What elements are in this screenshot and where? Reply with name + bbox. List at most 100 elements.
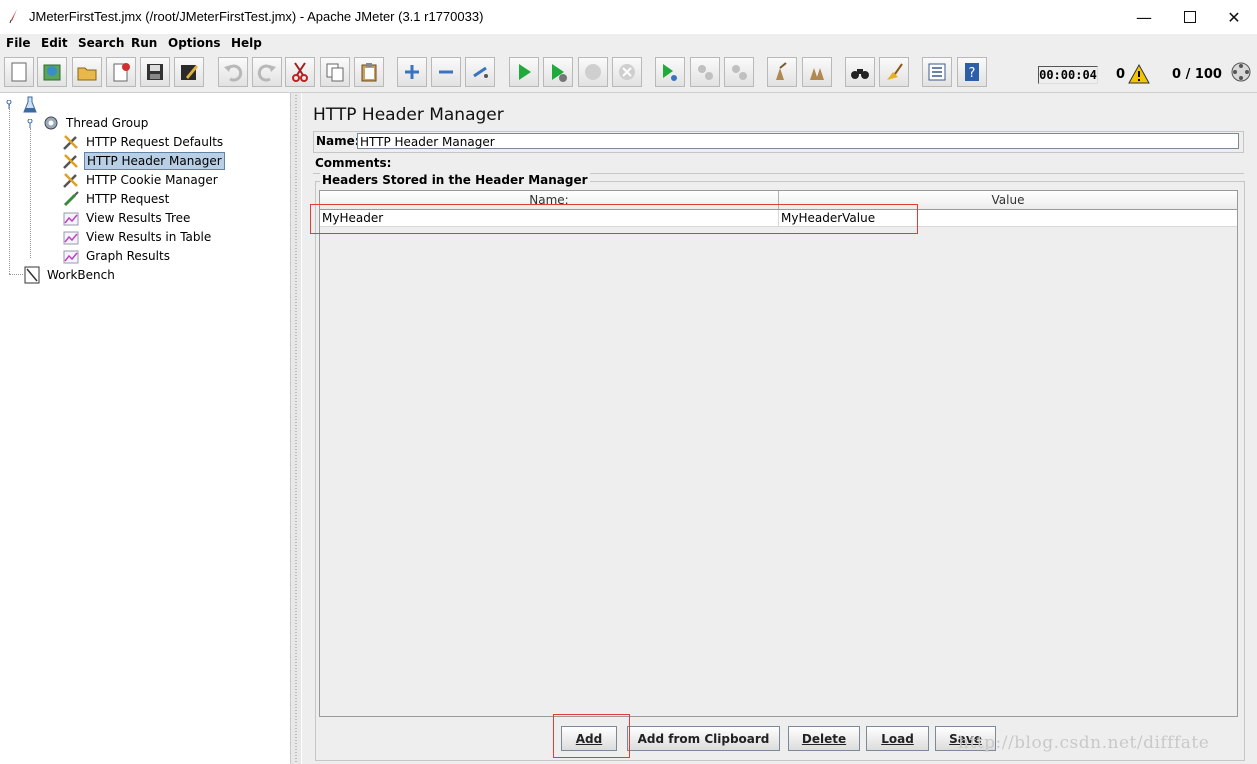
add-from-clipboard-button[interactable]: Add from Clipboard [627, 726, 780, 751]
new-button[interactable] [4, 57, 34, 87]
gear-icon [44, 116, 58, 130]
menu-help[interactable]: Help [231, 36, 262, 50]
split-pane-divider[interactable] [291, 93, 301, 764]
headers-table[interactable]: Name: Value MyHeader MyHeaderValue [319, 190, 1238, 717]
function-helper-button[interactable] [922, 57, 952, 87]
tree-node-label: Graph Results [86, 249, 170, 263]
maximize-button[interactable] [1167, 0, 1213, 34]
cut-button[interactable] [285, 57, 315, 87]
expand-button[interactable] [397, 57, 427, 87]
graph-icon [63, 212, 79, 226]
expand-icon [405, 65, 419, 79]
close-file-icon [113, 63, 130, 82]
name-label: Name: [316, 134, 360, 148]
shutdown-button[interactable] [612, 57, 642, 87]
close-file-button[interactable] [106, 57, 136, 87]
delete-button[interactable]: Delete [788, 726, 860, 751]
collapse-button[interactable] [431, 57, 461, 87]
test-plan-tree: Thread Group HTTP Request Defaults HTTP … [0, 93, 291, 764]
stop-icon [585, 64, 601, 80]
tree-node-label: HTTP Request Defaults [86, 135, 224, 149]
workbench-icon [24, 266, 40, 284]
element-editor-panel: HTTP Header Manager Name: HTTP Header Ma… [302, 93, 1257, 764]
function-helper-icon [928, 63, 946, 81]
svg-text:?: ? [969, 66, 976, 81]
clear-all-button[interactable] [802, 57, 832, 87]
minimize-button[interactable]: — [1121, 0, 1167, 34]
start-button[interactable] [509, 57, 539, 87]
close-icon: ✕ [1227, 7, 1241, 27]
paste-icon [361, 63, 377, 82]
redo-icon [257, 64, 276, 82]
graph-icon [63, 231, 79, 245]
clear-icon [776, 62, 787, 80]
remote-shutdown-button[interactable] [724, 57, 754, 87]
tree-expand-handle[interactable] [26, 119, 35, 128]
templates-button[interactable] [37, 57, 67, 87]
copy-icon [326, 63, 344, 82]
tree-node-label: HTTP Cookie Manager [86, 173, 218, 187]
highlight-annotation [553, 714, 630, 758]
name-field[interactable]: HTTP Header Manager [357, 133, 1239, 149]
load-button[interactable]: Load [866, 726, 929, 751]
redo-button[interactable] [252, 57, 282, 87]
remote-stop-button[interactable] [690, 57, 720, 87]
start-no-pauses-button[interactable] [543, 57, 573, 87]
help-button[interactable]: ? [957, 57, 987, 87]
tree-expand-handle[interactable] [5, 100, 14, 109]
wrench-icon [63, 135, 78, 150]
tree-connector [30, 128, 31, 258]
shutdown-icon [619, 64, 635, 80]
open-button[interactable] [72, 57, 102, 87]
elapsed-timer: 00:00:04 [1038, 66, 1098, 84]
broom-icon [887, 63, 903, 80]
remote-start-button[interactable] [655, 57, 685, 87]
binoculars-icon [851, 69, 869, 79]
comments-label[interactable]: Comments: [315, 156, 391, 170]
close-button[interactable]: ✕ [1211, 0, 1257, 34]
menu-options[interactable]: Options [168, 36, 221, 50]
toggle-icon [473, 66, 488, 78]
cut-icon [292, 62, 308, 82]
save-button[interactable] [140, 57, 170, 87]
highlight-annotation [310, 204, 918, 234]
test-plan-icon[interactable] [23, 96, 37, 114]
save-icon [147, 64, 163, 80]
start-no-pauses-icon [552, 64, 567, 82]
active-threads: 0 / 100 [1172, 67, 1222, 82]
tree-connector [9, 104, 10, 274]
add-from-clipboard-label: Add from Clipboard [637, 731, 770, 746]
warning-icon[interactable] [1128, 64, 1150, 84]
menu-edit[interactable]: Edit [41, 36, 68, 50]
tree-connector [9, 274, 23, 275]
menu-run[interactable]: Run [131, 36, 157, 50]
clear-all-icon [810, 68, 824, 80]
search-button[interactable] [845, 57, 875, 87]
title-bar: JMeterFirstTest.jmx (/root/JMeterFirstTe… [0, 0, 1257, 34]
menu-search[interactable]: Search [78, 36, 124, 50]
tree-node-label: View Results in Table [86, 230, 212, 244]
save-as-button[interactable] [174, 57, 204, 87]
delete-button-label: Delete [801, 731, 847, 746]
collapse-icon [439, 70, 453, 74]
headers-group-title: Headers Stored in the Header Manager [320, 173, 590, 187]
load-button-label: Load [881, 731, 914, 746]
stop-button[interactable] [578, 57, 608, 87]
templates-icon [43, 64, 61, 81]
window-title: JMeterFirstTest.jmx (/root/JMeterFirstTe… [29, 9, 484, 24]
reset-search-button[interactable] [879, 57, 909, 87]
pipette-icon [63, 191, 79, 207]
remote-shutdown-icon [732, 65, 747, 80]
copy-button[interactable] [320, 57, 350, 87]
maximize-icon [1184, 11, 1196, 23]
watermark: http://blog.csdn.net/difffate [958, 733, 1210, 753]
clear-button[interactable] [767, 57, 797, 87]
remote-status-icon [1231, 62, 1251, 82]
toggle-button[interactable] [465, 57, 495, 87]
undo-button[interactable] [218, 57, 248, 87]
error-count: 0 [1116, 67, 1126, 82]
wrench-icon [63, 173, 78, 188]
menu-file[interactable]: File [6, 36, 31, 50]
paste-button[interactable] [354, 57, 384, 87]
name-row: Name: HTTP Header Manager [313, 131, 1244, 153]
